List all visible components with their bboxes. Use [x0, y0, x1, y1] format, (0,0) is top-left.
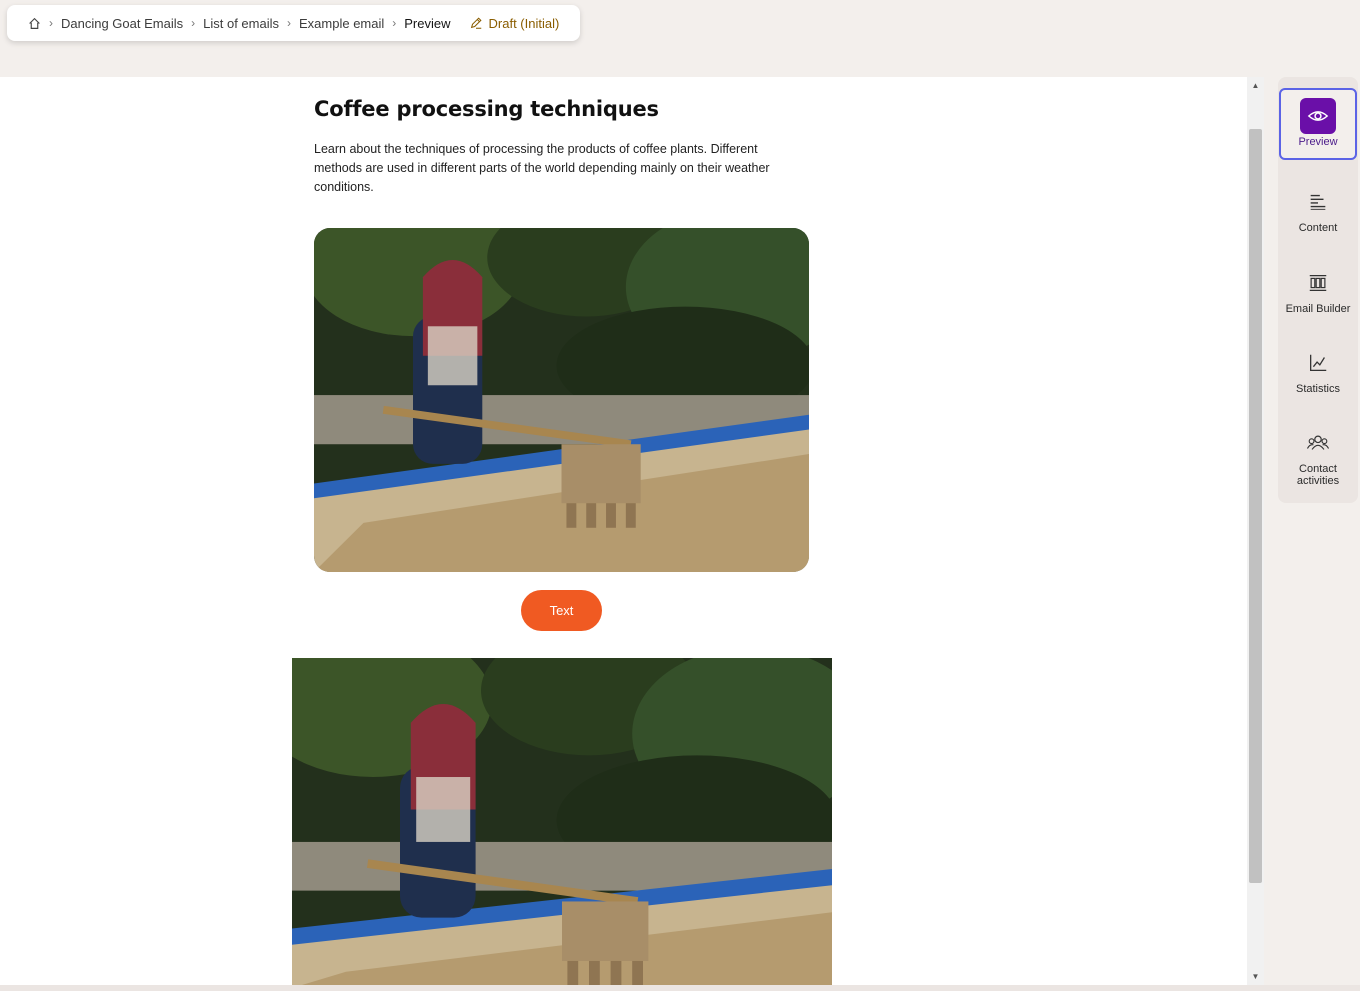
home-icon[interactable] — [27, 16, 41, 30]
workflow-status: Draft (Initial) — [469, 15, 560, 31]
status-label: Draft (Initial) — [488, 15, 560, 31]
tab-preview[interactable]: Preview — [1279, 88, 1357, 160]
breadcrumb-item-list-of-emails[interactable]: List of emails — [203, 16, 279, 31]
tab-content[interactable]: Content — [1278, 184, 1358, 234]
tab-label: Statistics — [1295, 383, 1340, 395]
vertical-scrollbar[interactable]: ▲ ▼ — [1247, 77, 1264, 985]
breadcrumb-item-dancing-goat-emails[interactable]: Dancing Goat Emails — [61, 16, 183, 31]
breadcrumb-current: Preview — [404, 15, 451, 31]
pencil-icon — [470, 17, 482, 29]
tab-contact-activities[interactable]: Contact activities — [1278, 425, 1358, 487]
chevron-right-icon: › — [49, 16, 53, 30]
tab-label: Content — [1298, 222, 1338, 234]
scroll-thumb[interactable] — [1249, 129, 1262, 883]
chevron-right-icon: › — [191, 16, 196, 30]
chevron-right-icon: › — [287, 16, 291, 30]
bottom-strip — [0, 985, 1360, 991]
tab-email-builder[interactable]: Email Builder — [1278, 265, 1358, 315]
side-tab-rail: Preview Content Email Builder Statistics… — [1278, 77, 1358, 503]
email-preview: Coffee processing techniques Learn about… — [0, 77, 1247, 985]
chart-icon — [1300, 345, 1336, 381]
breadcrumb-item-example-email[interactable]: Example email — [299, 16, 384, 31]
chevron-right-icon: › — [392, 16, 397, 30]
tab-statistics[interactable]: Statistics — [1278, 345, 1358, 395]
email-image-rounded — [314, 228, 809, 572]
tab-label: Email Builder — [1285, 303, 1351, 315]
scroll-down-arrow-icon[interactable]: ▼ — [1247, 968, 1264, 985]
tab-label: Contact activities — [1296, 463, 1340, 487]
people-icon — [1300, 425, 1336, 461]
email-image — [292, 658, 832, 985]
email-title: Coffee processing techniques — [314, 97, 659, 121]
tab-label: Preview — [1298, 136, 1338, 148]
email-cta-button[interactable]: Text — [521, 590, 602, 631]
scroll-up-arrow-icon[interactable]: ▲ — [1247, 77, 1264, 94]
content-lines-icon — [1300, 184, 1336, 220]
eye-icon — [1300, 98, 1336, 134]
breadcrumb: › Dancing Goat Emails › List of emails ›… — [7, 5, 580, 41]
columns-icon — [1300, 265, 1336, 301]
email-lead-text: Learn about the techniques of processing… — [314, 142, 770, 194]
